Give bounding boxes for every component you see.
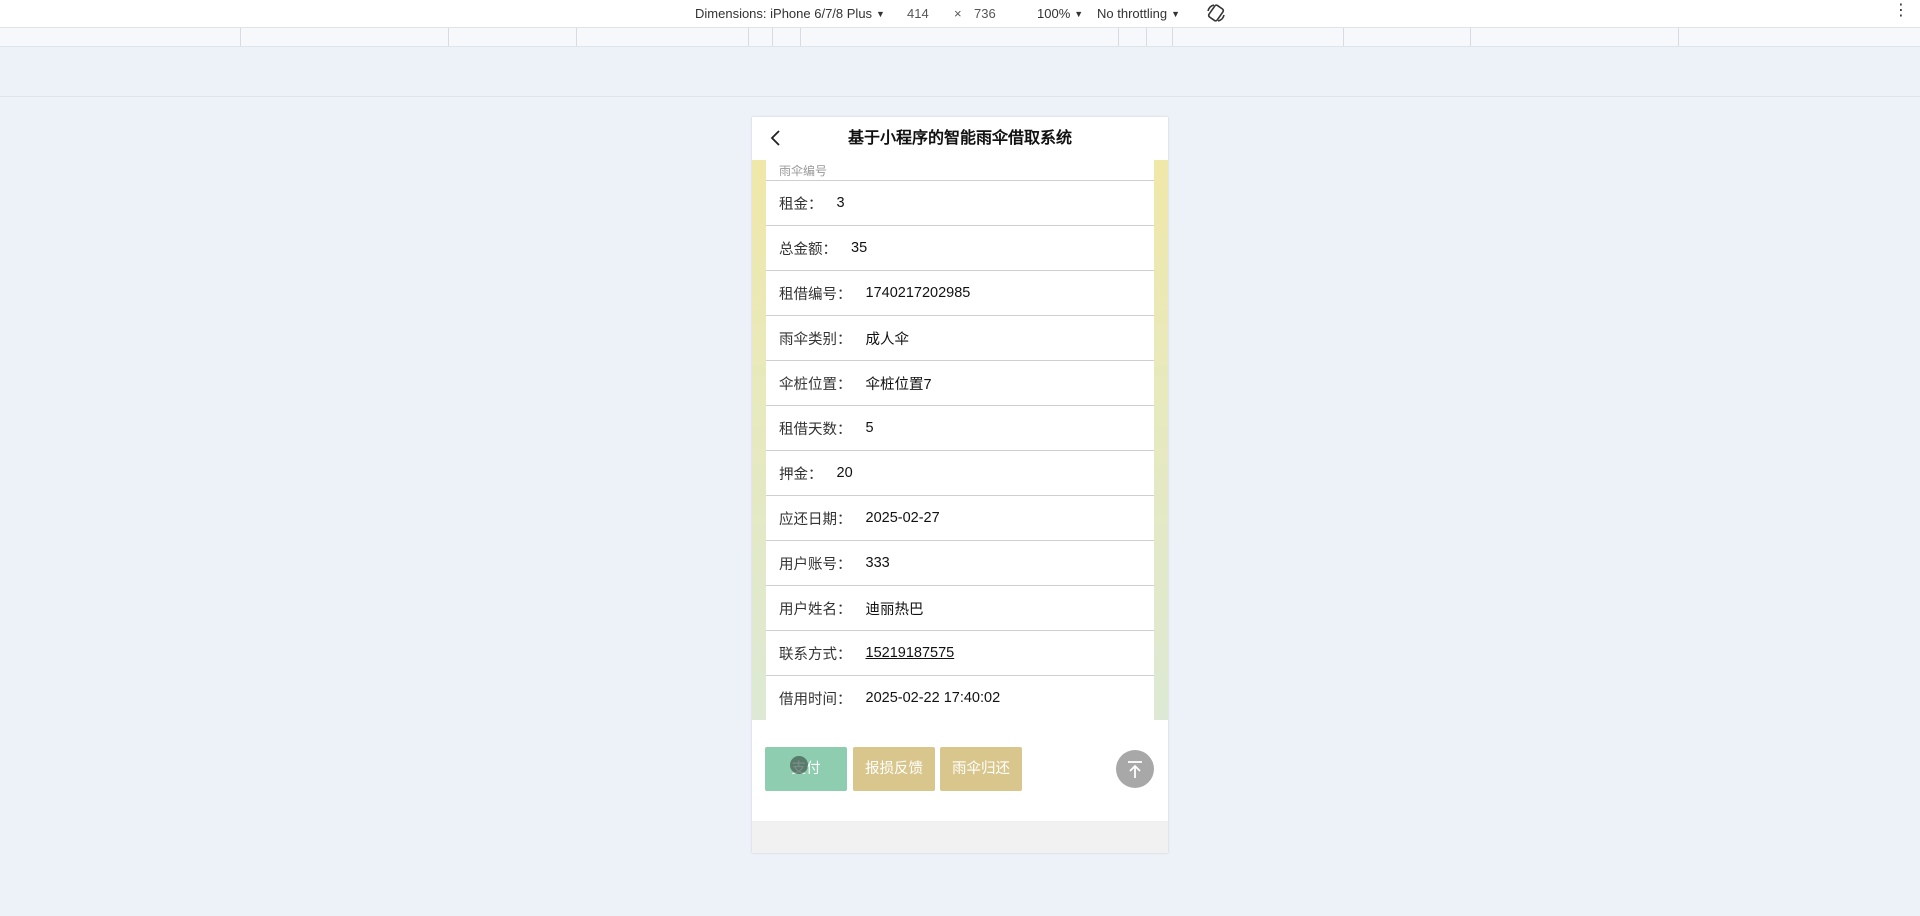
detail-value: 3 — [836, 195, 845, 211]
arrow-up-to-top-icon[interactable] — [1116, 750, 1154, 788]
times-sign: × — [954, 6, 962, 21]
detail-row-contact: 联系方式： 15219187575 — [766, 631, 1154, 676]
detail-label: 租借编号： — [779, 286, 852, 303]
detail-label: 雨伞编号 — [779, 163, 828, 178]
device-label: Dimensions: iPhone 6/7/8 Plus — [695, 6, 873, 21]
detail-label: 联系方式： — [779, 646, 852, 663]
damage-report-button[interactable]: 报损反馈 — [853, 747, 935, 791]
detail-label: 应还日期： — [779, 511, 852, 528]
detail-row-category: 雨伞类别： 成人伞 — [766, 316, 1154, 361]
chevron-down-icon: ▼ — [876, 9, 885, 19]
detail-label: 雨伞类别： — [779, 331, 852, 348]
detail-value: 1740217202985 — [865, 285, 971, 301]
detail-row-name: 用户姓名： 迪丽热巴 — [766, 586, 1154, 631]
detail-row-due-date: 应还日期： 2025-02-27 — [766, 496, 1154, 541]
nav-bar: 基于小程序的智能雨伞借取系统 — [752, 117, 1168, 160]
detail-row: 雨伞编号 — [766, 160, 1154, 181]
ruler-tick — [1118, 28, 1119, 46]
throttling-dropdown[interactable]: No throttling ▼ — [1097, 6, 1180, 22]
device-toolbar: Dimensions: iPhone 6/7/8 Plus ▼ 414 × 736… — [0, 0, 1920, 28]
detail-label: 押金： — [779, 466, 823, 483]
detail-value: 伞桩位置7 — [865, 376, 932, 393]
detail-scroll-area[interactable]: 雨伞编号 租金： 3 总金额： 35 租借编号： 1740217202985 雨伞类别… — [752, 160, 1168, 720]
detail-row-total: 总金额： 35 — [766, 226, 1154, 271]
detail-row-borrow-time: 借用时间： 2025-02-22 17:40:02 — [766, 676, 1154, 720]
chevron-down-icon: ▼ — [1171, 9, 1181, 19]
chevron-down-icon: ▼ — [1074, 9, 1084, 19]
width-input[interactable]: 414 — [907, 6, 929, 21]
ruler-tick — [240, 28, 241, 46]
detail-label: 总金额： — [779, 241, 837, 258]
detail-value: 333 — [865, 555, 890, 571]
detail-row-deposit: 押金： 20 — [766, 451, 1154, 496]
ruler-tick — [1172, 28, 1173, 46]
detail-label: 用户账号： — [779, 556, 852, 573]
detail-label: 租金： — [779, 196, 823, 213]
ruler-tick — [772, 28, 773, 46]
detail-value: 35 — [851, 240, 868, 256]
detail-value: 成人伞 — [865, 331, 910, 348]
detail-label: 租借天数： — [779, 421, 852, 438]
ruler-tick — [1678, 28, 1679, 46]
kebab-menu-icon[interactable]: ⋮ — [1893, 3, 1909, 19]
throttling-label: No throttling — [1097, 6, 1168, 21]
detail-label: 伞桩位置： — [779, 376, 852, 393]
ruler-tick — [1146, 28, 1147, 46]
detail-card: 雨伞编号 租金： 3 总金额： 35 租借编号： 1740217202985 雨伞类别… — [766, 160, 1154, 720]
zoom-label: 100% — [1037, 6, 1071, 21]
ruler-tick — [1470, 28, 1471, 46]
ruler-tick — [1343, 28, 1344, 46]
return-umbrella-button[interactable]: 雨伞归还 — [940, 747, 1022, 791]
ruler-tick — [800, 28, 801, 46]
media-query-ruler — [0, 28, 1920, 47]
detail-value: 2025-02-27 — [865, 510, 940, 526]
zoom-dropdown[interactable]: 100% ▼ — [1037, 6, 1083, 22]
ruler-tick — [448, 28, 449, 46]
detail-row-location: 伞桩位置： 伞桩位置7 — [766, 361, 1154, 406]
action-bar: 支付 报损反馈 雨伞归还 — [752, 720, 1168, 821]
detail-value: 迪丽热巴 — [865, 601, 924, 618]
detail-value: 5 — [865, 420, 874, 436]
height-input[interactable]: 736 — [974, 6, 996, 21]
touch-cursor — [790, 756, 808, 774]
ruler-tick — [576, 28, 577, 46]
phone-link[interactable]: 15219187575 — [866, 645, 955, 661]
detail-row-rental-no: 租借编号： 1740217202985 — [766, 271, 1154, 316]
phone-viewport: 基于小程序的智能雨伞借取系统 雨伞编号 租金： 3 总金额： 35 租借编号： 174… — [752, 117, 1168, 853]
detail-value: 2025-02-22 17:40:02 — [865, 690, 1001, 706]
detail-row-days: 租借天数： 5 — [766, 406, 1154, 451]
device-dimensions-dropdown[interactable]: Dimensions: iPhone 6/7/8 Plus ▼ — [695, 6, 885, 22]
detail-row-rent: 租金： 3 — [766, 181, 1154, 226]
rotate-icon[interactable] — [1206, 3, 1226, 23]
page-title: 基于小程序的智能雨伞借取系统 — [847, 130, 1072, 147]
ruler-tick — [748, 28, 749, 46]
divider — [0, 96, 1920, 97]
detail-row-account: 用户账号： 333 — [766, 541, 1154, 586]
detail-label: 用户姓名： — [779, 601, 852, 618]
detail-label: 借用时间： — [779, 691, 852, 708]
detail-value: 20 — [836, 465, 853, 481]
